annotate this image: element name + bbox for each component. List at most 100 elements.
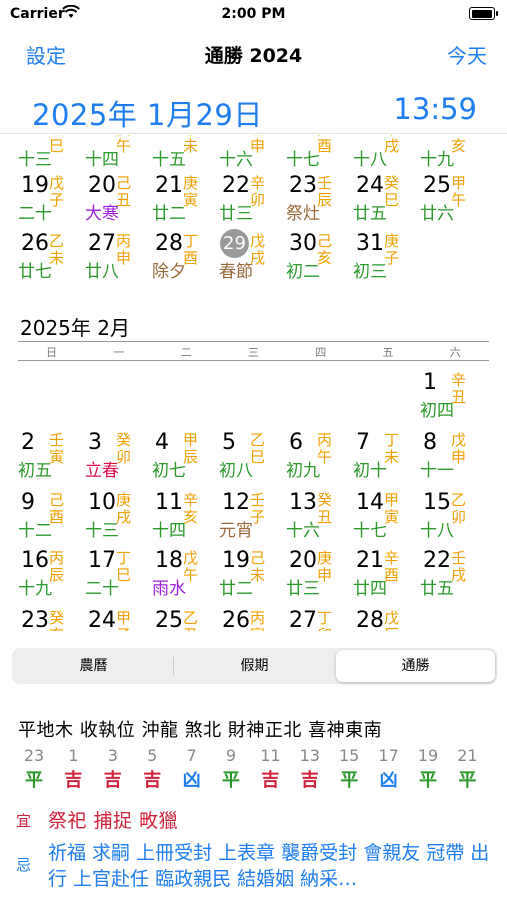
- calendar-day-cell[interactable]: 21 庚寅 廿二: [152, 173, 219, 231]
- calendar-day-cell[interactable]: 11 辛亥 十四: [152, 490, 219, 548]
- calendar-day-cell[interactable]: 甲戌十八: [353, 135, 420, 177]
- calendar-day-cell[interactable]: 8 戊申 十一: [420, 430, 487, 488]
- hour-fortune-value: 凶: [182, 770, 201, 791]
- calendar-day-cell[interactable]: 10 庚戌 十三: [85, 490, 152, 548]
- ganzhi-label: 癸亥: [49, 609, 65, 632]
- calendar-day-cell[interactable]: 29 戊戌 春節: [219, 229, 286, 289]
- hour-fortune: 23 平: [14, 746, 54, 792]
- status-time: 2:00 PM: [221, 6, 286, 22]
- calendar-day-cell[interactable]: 25 甲午 廿六: [420, 173, 487, 231]
- day-number: 22: [222, 173, 250, 198]
- selected-date[interactable]: 2025年 1月29日: [32, 92, 263, 134]
- lunar-label: 春節: [219, 262, 253, 282]
- calendar-day-cell[interactable]: 28 丁酉 除夕: [152, 231, 219, 289]
- lunar-label: 十六: [219, 150, 253, 170]
- day-number: 5: [222, 430, 236, 455]
- hour-fortune: 5吉: [132, 746, 172, 792]
- calendar-day-cell[interactable]: 4 甲辰 初七: [152, 430, 219, 488]
- hour-number: 23: [23, 746, 45, 765]
- calendar-day-cell[interactable]: 22 壬戌 廿五: [420, 548, 487, 606]
- calendar-day-cell[interactable]: 27 丙申 廿八: [85, 231, 152, 289]
- lunar-label: 初二: [286, 262, 320, 282]
- lunar-label: 十四: [152, 521, 186, 541]
- calendar-day-cell[interactable]: 壬申十六: [219, 135, 286, 177]
- calendar-day-cell[interactable]: 9 己酉 十二: [18, 490, 85, 548]
- view-segmented-control[interactable]: 農曆 假期 通勝: [12, 648, 497, 684]
- calendar-day-cell[interactable]: 23 壬辰 祭灶: [286, 173, 353, 231]
- calendar-day-cell[interactable]: 癸酉十七: [286, 135, 353, 177]
- calendar-day-cell[interactable]: 己巳十三: [18, 135, 85, 177]
- calendar-scroll-view[interactable]: 2025年 2月 日 一 二 三 四 五 六 己巳十三庚午十四辛未十五壬申十六癸酉十七甲戌十…: [0, 135, 507, 631]
- hour-fortune: 3吉: [93, 746, 133, 792]
- calendar-day-cell[interactable]: 28戊辰: [353, 608, 420, 631]
- calendar-day-cell[interactable]: 31 庚子 初三: [353, 231, 420, 289]
- hour-fortune: 11 吉: [250, 746, 290, 792]
- calendar-day-cell[interactable]: 12 壬子 元宵: [219, 490, 286, 548]
- calendar-day-cell[interactable]: 6 丙午 初九: [286, 430, 353, 488]
- lunar-label: 十三: [18, 150, 52, 170]
- day-number: 22: [423, 548, 451, 573]
- weekday-label: 日: [46, 346, 57, 359]
- hour-number: 1: [68, 746, 79, 765]
- calendar-day-cell[interactable]: 乙亥十九: [420, 135, 487, 177]
- calendar-day-cell[interactable]: 14 甲寅 十七: [353, 490, 420, 548]
- yi-activities: 祭祀 捕捉 畋獵: [48, 810, 179, 832]
- calendar-day-cell[interactable]: 26丙寅: [219, 608, 286, 631]
- lunar-label: 廿二: [219, 579, 253, 599]
- calendar-day-cell[interactable]: 17 丁巳 二十: [85, 548, 152, 606]
- hour-fortune: 17 凶: [369, 746, 409, 792]
- day-number: 26: [222, 608, 250, 631]
- calendar-day-cell[interactable]: 辛未十五: [152, 135, 219, 177]
- calendar-day-cell[interactable]: 20 庚申 廿三: [286, 548, 353, 606]
- day-number: 31: [356, 231, 384, 256]
- today-button[interactable]: 今天: [447, 40, 487, 69]
- lunar-label: 初九: [286, 461, 320, 481]
- calendar-day-cell[interactable]: 2 壬寅 初五: [18, 430, 85, 488]
- calendar-day-cell[interactable]: 16 丙辰 十九: [18, 548, 85, 606]
- hour-fortune: 9平: [211, 746, 251, 792]
- calendar-day-cell[interactable]: 庚午十四: [85, 135, 152, 177]
- page-title: 通勝 2024: [204, 45, 303, 67]
- segment-2[interactable]: 通勝: [336, 650, 495, 682]
- calendar-day-cell[interactable]: 23癸亥: [18, 608, 85, 631]
- calendar-day-cell[interactable]: 3 癸卯 立春: [85, 430, 152, 488]
- hour-fortune-value: 平: [222, 770, 240, 791]
- lunar-label: 廿七: [18, 262, 52, 282]
- calendar-day-cell[interactable]: 1 辛丑 初四: [420, 370, 487, 428]
- calendar-day-cell[interactable]: 19 己未 廿二: [219, 548, 286, 606]
- segment-0[interactable]: 農曆: [14, 650, 173, 682]
- hour-number: 9: [225, 746, 237, 765]
- day-number: 21: [155, 173, 183, 198]
- calendar-day-cell[interactable]: 26 乙未 廿七: [18, 231, 85, 289]
- hour-fortune-value: 吉: [103, 770, 122, 791]
- calendar-day-cell[interactable]: 18 戊午 雨水: [152, 548, 219, 606]
- hour-number: 17: [378, 746, 399, 765]
- calendar-day-cell[interactable]: 22 辛卯 廿三: [219, 173, 286, 231]
- calendar-day-cell[interactable]: 24甲子: [85, 608, 152, 631]
- day-number: 11: [155, 490, 183, 515]
- calendar-day-cell[interactable]: 15 乙卯 十八: [420, 490, 487, 548]
- segment-1[interactable]: 假期: [175, 650, 334, 682]
- calendar-day-cell[interactable]: 21 辛酉 廿四: [353, 548, 420, 606]
- calendar-day-cell[interactable]: 30 己亥 初二: [286, 231, 353, 289]
- date-header: 2025年 1月29日 13:59: [0, 88, 507, 134]
- ganzhi-label: 甲子: [116, 609, 132, 632]
- weekday-label: 二: [180, 346, 192, 359]
- calendar-day-cell[interactable]: 25乙丑: [152, 608, 219, 631]
- hour-fortune-value: 吉: [300, 770, 319, 791]
- day-number: 9: [21, 490, 35, 515]
- lunar-label: 十六: [286, 521, 320, 541]
- calendar-day-cell[interactable]: 5 乙巳 初八: [219, 430, 286, 488]
- lunar-label: 廿四: [353, 579, 387, 599]
- calendar-day-cell[interactable]: 24 癸巳 廿五: [353, 173, 420, 231]
- today-marker: 29: [220, 229, 249, 258]
- day-number: 14: [356, 490, 384, 515]
- calendar-day-cell[interactable]: 20 己丑 大寒: [85, 173, 152, 231]
- calendar-day-cell[interactable]: 13 癸丑 十六: [286, 490, 353, 548]
- lunar-label: 初八: [219, 461, 253, 481]
- calendar-day-cell[interactable]: 7 丁未 初十: [353, 430, 420, 488]
- calendar-day-cell[interactable]: 27丁卯: [286, 608, 353, 631]
- calendar-day-cell[interactable]: 19 戊子 二十: [18, 173, 85, 231]
- lunar-label: 初十: [353, 461, 387, 481]
- hour-fortune: 19 平: [408, 746, 448, 792]
